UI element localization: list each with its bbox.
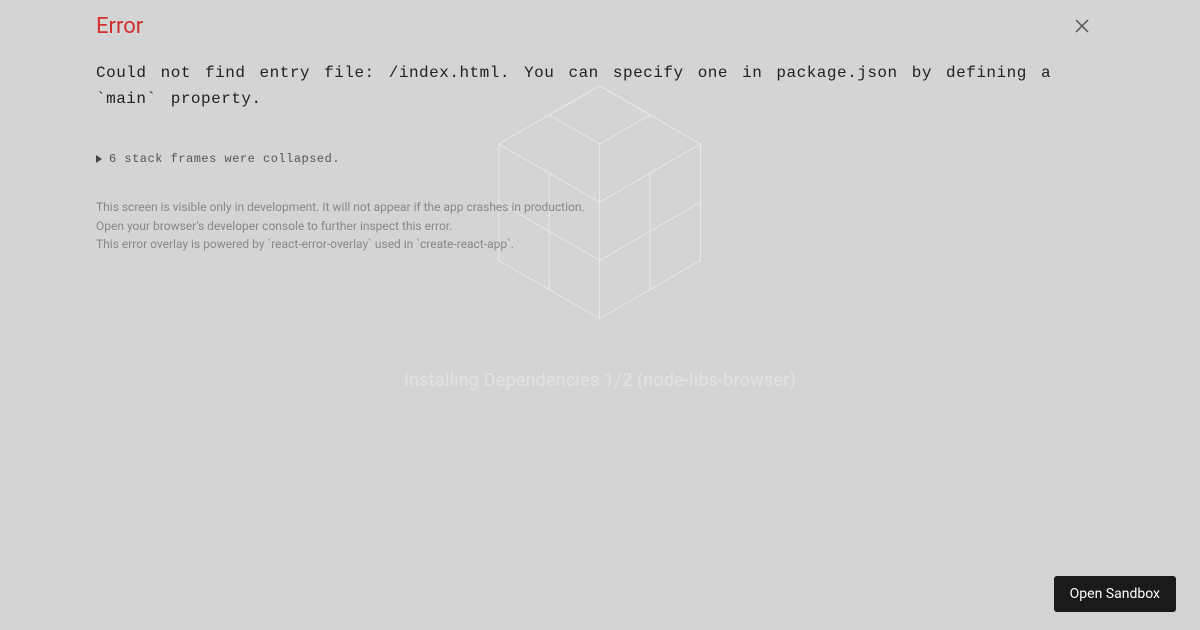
close-icon — [1075, 19, 1089, 33]
error-message: Could not find entry file: /index.html. … — [96, 61, 1104, 112]
stack-frames-toggle[interactable]: 6 stack frames were collapsed. — [96, 152, 1104, 166]
error-container: Error Could not find entry file: /index.… — [0, 0, 1200, 254]
expand-triangle-icon — [96, 155, 102, 163]
footer-line-2: Open your browser's developer console to… — [96, 217, 1104, 236]
stack-toggle-label: 6 stack frames were collapsed. — [109, 152, 340, 166]
error-title: Error — [96, 14, 1104, 39]
footer-line-3: This error overlay is powered by `react-… — [96, 235, 1104, 254]
open-sandbox-button[interactable]: Open Sandbox — [1054, 576, 1176, 612]
footer-line-1: This screen is visible only in developme… — [96, 198, 1104, 217]
overlay-footer: This screen is visible only in developme… — [96, 198, 1104, 254]
close-button[interactable] — [1072, 16, 1092, 36]
error-overlay: Error Could not find entry file: /index.… — [0, 0, 1200, 630]
